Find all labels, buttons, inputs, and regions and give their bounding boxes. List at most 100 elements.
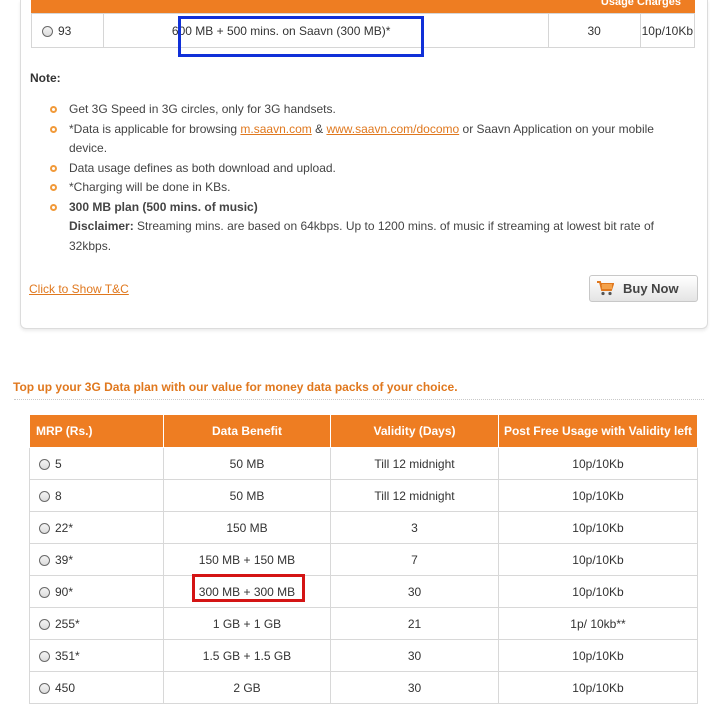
saavn-mobile-link[interactable]: m.saavn.com bbox=[240, 122, 311, 136]
plan-usage: 10p/10Kb bbox=[641, 23, 693, 38]
table-header-row: MRP (Rs.) Data Benefit Validity (Days) P… bbox=[29, 414, 698, 448]
validity-value: 3 bbox=[330, 511, 499, 544]
mrp-cell[interactable]: 39* bbox=[29, 543, 164, 576]
note-text: *Charging will be done in KBs. bbox=[69, 180, 231, 194]
validity-value: 30 bbox=[330, 671, 499, 704]
note-text: Data usage defines as both download and … bbox=[69, 160, 336, 175]
disclaimer-text: Streaming mins. are based on 64kbps. Up … bbox=[69, 219, 654, 253]
table-row[interactable]: 351* 1.5 GB + 1.5 GB 30 10p/10Kb bbox=[29, 639, 698, 672]
validity-value: 7 bbox=[330, 543, 499, 576]
usage-value: 10p/10Kb bbox=[498, 479, 698, 512]
benefit-value: 1.5 GB + 1.5 GB bbox=[163, 639, 331, 672]
saavn-docomo-link[interactable]: www.saavn.com/docomo bbox=[326, 122, 459, 136]
show-tc-link[interactable]: Click to Show T&C bbox=[29, 282, 129, 296]
benefit-value: 150 MB + 150 MB bbox=[163, 543, 331, 576]
mrp-cell[interactable]: 22* bbox=[29, 511, 164, 544]
table-header-strip: Usage Charges bbox=[31, 0, 695, 13]
table-row[interactable]: 8 50 MB Till 12 midnight 10p/10Kb bbox=[29, 479, 698, 512]
pack-radio[interactable] bbox=[39, 650, 50, 662]
pack-radio[interactable] bbox=[39, 586, 50, 598]
table-row[interactable]: 22* 150 MB 3 10p/10Kb bbox=[29, 511, 698, 544]
list-item: *Charging will be done in KBs. bbox=[50, 178, 690, 198]
plan-radio[interactable] bbox=[42, 25, 53, 37]
mrp-cell[interactable]: 8 bbox=[29, 479, 164, 512]
buy-now-button[interactable]: Buy Now bbox=[589, 275, 698, 302]
benefit-value: 1 GB + 1 GB bbox=[163, 607, 331, 640]
table-row[interactable]: 5 50 MB Till 12 midnight 10p/10Kb bbox=[29, 447, 698, 480]
mrp-value: 90* bbox=[55, 584, 74, 599]
mrp-value: 450 bbox=[55, 680, 76, 695]
note-title: Note: bbox=[30, 71, 61, 85]
table-row[interactable]: 450 2 GB 30 10p/10Kb bbox=[29, 671, 698, 704]
note-text: & bbox=[311, 121, 327, 136]
notes-list: Get 3G Speed in 3G circles, only for 3G … bbox=[50, 100, 690, 256]
validity-value: Till 12 midnight bbox=[330, 479, 499, 512]
usage-value: 10p/10Kb bbox=[498, 447, 698, 480]
section-title: Top up your 3G Data plan with our value … bbox=[13, 380, 458, 394]
header-validity: Validity (Days) bbox=[330, 414, 499, 448]
plan-validity: 30 bbox=[587, 23, 601, 38]
list-item: Data usage defines as both download and … bbox=[50, 159, 690, 179]
mrp-value: 39* bbox=[55, 552, 74, 567]
red-highlight-box bbox=[192, 574, 305, 602]
mrp-value: 351* bbox=[55, 648, 80, 663]
plan-id-cell[interactable]: 93 bbox=[31, 13, 104, 48]
mrp-cell[interactable]: 450 bbox=[29, 671, 164, 704]
mrp-value: 5 bbox=[55, 456, 62, 471]
list-item: Get 3G Speed in 3G circles, only for 3G … bbox=[50, 100, 690, 120]
validity-value: 21 bbox=[330, 607, 499, 640]
data-packs-table: MRP (Rs.) Data Benefit Validity (Days) P… bbox=[29, 414, 698, 704]
pack-radio[interactable] bbox=[39, 490, 50, 502]
table-row[interactable]: 39* 150 MB + 150 MB 7 10p/10Kb bbox=[29, 543, 698, 576]
validity-cell: 30 bbox=[547, 13, 641, 48]
mrp-cell[interactable]: 5 bbox=[29, 447, 164, 480]
bullet-icon bbox=[50, 106, 57, 113]
validity-value: Till 12 midnight bbox=[330, 447, 499, 480]
validity-value: 30 bbox=[330, 575, 499, 608]
benefit-value: 2 GB bbox=[163, 671, 331, 704]
mrp-value: 255* bbox=[55, 616, 80, 631]
plan-id: 93 bbox=[58, 23, 72, 38]
bullet-icon bbox=[50, 184, 57, 191]
usage-value: 1p/ 10kb** bbox=[498, 607, 698, 640]
buy-now-label: Buy Now bbox=[623, 281, 679, 296]
header-mrp: MRP (Rs.) bbox=[29, 414, 164, 448]
pack-radio[interactable] bbox=[39, 554, 50, 566]
list-item: 300 MB plan (500 mins. of music) Disclaim… bbox=[50, 198, 690, 257]
mrp-value: 22* bbox=[55, 520, 74, 535]
usage-value: 10p/10Kb bbox=[498, 671, 698, 704]
note-text: Get 3G Speed in 3G circles, only for 3G … bbox=[69, 102, 336, 116]
bullet-icon bbox=[50, 125, 57, 133]
benefit-value: 50 MB bbox=[163, 479, 331, 512]
pack-radio[interactable] bbox=[39, 458, 50, 470]
mrp-cell[interactable]: 255* bbox=[29, 607, 164, 640]
plan-note-title: 300 MB plan (500 mins. of music) bbox=[69, 199, 258, 214]
header-usage-charges: Usage Charges bbox=[600, 0, 681, 8]
table-row[interactable]: 90* 300 MB + 300 MB 30 10p/10Kb bbox=[29, 575, 698, 608]
validity-value: 30 bbox=[330, 639, 499, 672]
benefit-value: 50 MB bbox=[163, 447, 331, 480]
usage-value: 10p/10Kb bbox=[498, 575, 698, 608]
usage-cell: 10p/10Kb bbox=[639, 13, 696, 48]
pack-radio[interactable] bbox=[39, 682, 50, 694]
benefit-value: 150 MB bbox=[163, 511, 331, 544]
blue-highlight-box bbox=[178, 16, 424, 57]
pack-radio[interactable] bbox=[39, 618, 50, 630]
usage-value: 10p/10Kb bbox=[498, 639, 698, 672]
table-row[interactable]: 255* 1 GB + 1 GB 21 1p/ 10kb** bbox=[29, 607, 698, 640]
divider bbox=[14, 399, 704, 400]
list-item: *Data is applicable for browsing m.saavn… bbox=[50, 120, 690, 159]
note-text: *Data is applicable for browsing bbox=[69, 121, 241, 136]
disclaimer-label: Disclaimer: bbox=[69, 219, 134, 233]
bullet-icon bbox=[50, 203, 57, 211]
header-post-free-usage: Post Free Usage with Validity left bbox=[498, 414, 698, 448]
usage-value: 10p/10Kb bbox=[498, 511, 698, 544]
mrp-cell[interactable]: 351* bbox=[29, 639, 164, 672]
header-data-benefit: Data Benefit bbox=[163, 414, 331, 448]
mrp-cell[interactable]: 90* bbox=[29, 575, 164, 608]
pack-radio[interactable] bbox=[39, 522, 50, 534]
cart-icon bbox=[597, 281, 614, 296]
bullet-icon bbox=[50, 164, 57, 172]
usage-value: 10p/10Kb bbox=[498, 543, 698, 576]
mrp-value: 8 bbox=[55, 488, 62, 503]
